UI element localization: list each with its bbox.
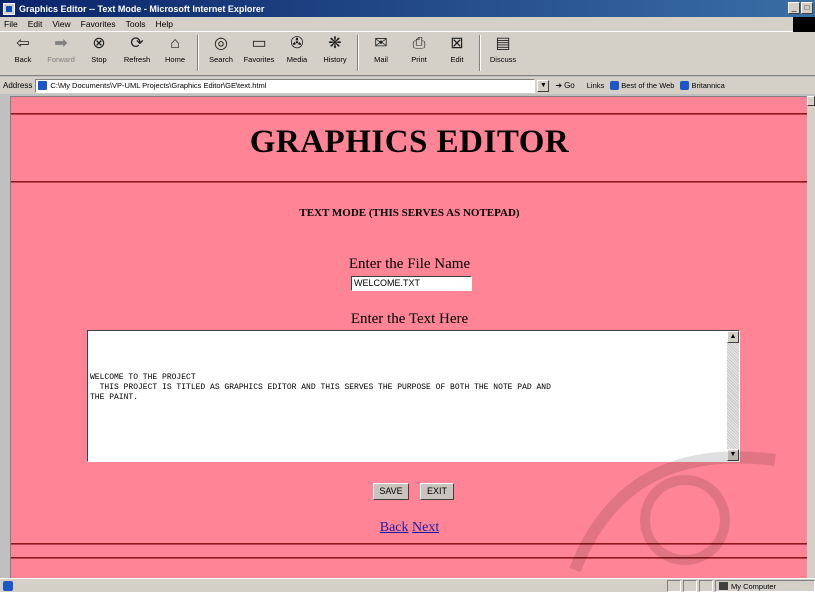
exit-button[interactable]: EXIT [420, 483, 454, 500]
go-button[interactable]: ➔ Go [555, 81, 574, 90]
history-button[interactable]: ❋ History [316, 32, 354, 72]
status-panes: My Computer [667, 580, 815, 592]
favorites-button[interactable]: ▭ Favorites [240, 32, 278, 72]
link-best-of-the-web[interactable]: Best of the Web [610, 81, 674, 90]
navigation-links: Back Next [11, 520, 807, 536]
ie-throbber-icon [793, 17, 815, 32]
computer-icon [719, 582, 728, 590]
file-name-input[interactable]: WELCOME.TXT [351, 276, 472, 291]
status-bar: My Computer [0, 578, 815, 592]
links-label: Links [586, 81, 605, 90]
links-bar: Links Best of the Web Britannica [587, 81, 725, 90]
status-pane [667, 580, 681, 592]
menu-help[interactable]: Help [155, 19, 172, 29]
media-icon: ✇ [290, 35, 304, 52]
scroll-down-icon[interactable]: ▼ [727, 449, 739, 461]
favorites-icon: ▭ [251, 35, 267, 52]
address-url: C:\My Documents\VP-UML Projects\Graphics… [50, 81, 267, 90]
mail-button[interactable]: ✉ Mail [362, 32, 400, 72]
page-scrollbar[interactable] [807, 96, 815, 578]
address-label: Address [3, 81, 33, 90]
status-pane [683, 580, 697, 592]
horizontal-rule [11, 181, 807, 183]
toolbar-separator [479, 35, 481, 71]
back-button[interactable]: ⇦ Back [4, 32, 42, 72]
menu-bar: File Edit View Favorites Tools Help [0, 17, 815, 32]
address-dropdown-icon[interactable]: ▼ [537, 79, 550, 92]
discuss-icon: ▤ [495, 35, 511, 52]
refresh-icon: ⟳ [130, 35, 144, 52]
search-button[interactable]: ◎ Search [202, 32, 240, 72]
menu-tools[interactable]: Tools [126, 19, 146, 29]
edit-button[interactable]: ⊠ Edit [438, 32, 476, 72]
page-viewport: GRAPHICS EDITOR TEXT MODE (THIS SERVES A… [10, 96, 807, 578]
back-link[interactable]: Back [380, 520, 409, 535]
menu-file[interactable]: File [4, 19, 18, 29]
horizontal-rule [11, 113, 807, 115]
page-title: GRAPHICS EDITOR [249, 124, 570, 160]
next-link[interactable]: Next [412, 520, 439, 535]
horizontal-rule [11, 557, 807, 559]
text-area-scrollbar[interactable]: ▲ ▼ [727, 331, 739, 461]
stop-icon: ⊗ [92, 35, 106, 52]
forward-button[interactable]: ➡ Forward [42, 32, 80, 72]
scroll-up-icon[interactable] [807, 96, 815, 106]
security-zone: My Computer [715, 580, 815, 592]
standard-toolbar: ⇦ Back ➡ Forward ⊗ Stop ⟳ Refresh ⌂ Home ◎ Sea… [0, 32, 815, 76]
window-title-bar[interactable]: Graphics Editor -- Text Mode - Microsoft… [0, 0, 815, 17]
discuss-button[interactable]: ▤ Discuss [484, 32, 522, 72]
ie-app-icon[interactable] [3, 2, 15, 15]
window-title: Graphics Editor -- Text Mode - Microsoft… [19, 3, 265, 14]
link-page-icon [680, 81, 690, 90]
forward-arrow-icon: ➡ [54, 35, 68, 52]
save-button[interactable]: SAVE [373, 483, 409, 500]
address-bar: Address C:\My Documents\VP-UML Projects\… [0, 77, 815, 94]
mail-icon: ✉ [374, 35, 388, 52]
page-subtitle: TEXT MODE (THIS SERVES AS NOTEPAD) [299, 207, 520, 219]
file-name-label: Enter the File Name [348, 256, 471, 272]
menu-view[interactable]: View [52, 19, 70, 29]
link-page-icon [610, 81, 620, 90]
window-controls: _ □ [788, 2, 813, 14]
stop-button[interactable]: ⊗ Stop [80, 32, 118, 72]
back-arrow-icon: ⇦ [16, 35, 30, 52]
scroll-up-icon[interactable]: ▲ [727, 331, 739, 343]
home-icon: ⌂ [170, 35, 180, 52]
print-button[interactable]: ⎙ Print [400, 32, 438, 72]
search-icon: ◎ [214, 35, 228, 52]
link-britannica[interactable]: Britannica [680, 81, 725, 90]
menu-favorites[interactable]: Favorites [81, 19, 116, 29]
status-page-icon [3, 580, 13, 591]
status-pane [699, 580, 713, 592]
print-icon: ⎙ [412, 35, 426, 52]
home-button[interactable]: ⌂ Home [156, 32, 194, 72]
toolbar-separator [197, 35, 199, 71]
edit-icon: ⊠ [450, 35, 464, 52]
text-area-label: Enter the Text Here [350, 311, 469, 327]
minimize-icon[interactable]: _ [788, 2, 800, 14]
page-icon [38, 81, 48, 90]
toolbar-separator [357, 35, 359, 71]
horizontal-rule [11, 543, 807, 545]
text-area-content: WELCOME TO THE PROJECT THIS PROJECT IS T… [90, 373, 551, 402]
refresh-button[interactable]: ⟳ Refresh [118, 32, 156, 72]
text-area[interactable]: WELCOME TO THE PROJECT THIS PROJECT IS T… [87, 330, 740, 462]
maximize-icon[interactable]: □ [801, 2, 813, 14]
go-arrow-icon: ➔ [555, 81, 563, 90]
menu-edit[interactable]: Edit [28, 19, 43, 29]
history-icon: ❋ [328, 35, 342, 52]
address-input[interactable]: C:\My Documents\VP-UML Projects\Graphics… [35, 78, 536, 93]
media-button[interactable]: ✇ Media [278, 32, 316, 72]
